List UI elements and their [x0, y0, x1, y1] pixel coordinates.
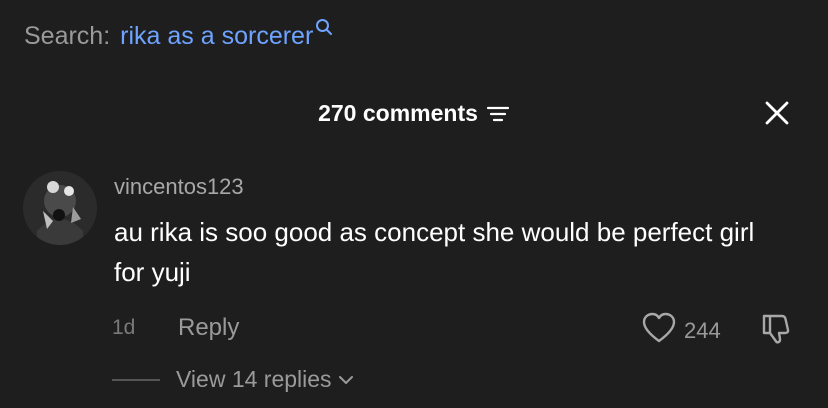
- chevron-down-icon: [338, 374, 354, 386]
- comments-header: 270 comments: [0, 100, 828, 127]
- comment-username[interactable]: vincentos123: [114, 174, 244, 200]
- search-icon[interactable]: [315, 14, 333, 43]
- view-replies-label: View 14 replies: [176, 366, 332, 392]
- comment-timestamp: 1d: [112, 316, 136, 339]
- thumbs-down-icon: [760, 314, 796, 350]
- filter-icon[interactable]: [486, 103, 510, 125]
- replies-divider: [112, 379, 160, 381]
- view-replies-button[interactable]: View 14 replies: [176, 366, 354, 393]
- comment-text: au rika is soo good as concept she would…: [114, 217, 755, 287]
- comments-count: 270 comments: [318, 100, 478, 126]
- search-query-link[interactable]: rika as a sorcerer: [120, 22, 313, 51]
- reply-button[interactable]: Reply: [178, 314, 239, 342]
- search-prefix: Search:: [24, 22, 111, 50]
- heart-icon: [642, 312, 676, 349]
- search-bar[interactable]: Search: rika as a sorcerer: [24, 19, 333, 51]
- close-icon: [764, 100, 790, 131]
- close-button[interactable]: [762, 100, 792, 130]
- dislike-button[interactable]: [760, 312, 796, 351]
- avatar[interactable]: [23, 171, 97, 245]
- like-count: 244: [684, 317, 721, 343]
- like-button[interactable]: 244: [642, 312, 721, 349]
